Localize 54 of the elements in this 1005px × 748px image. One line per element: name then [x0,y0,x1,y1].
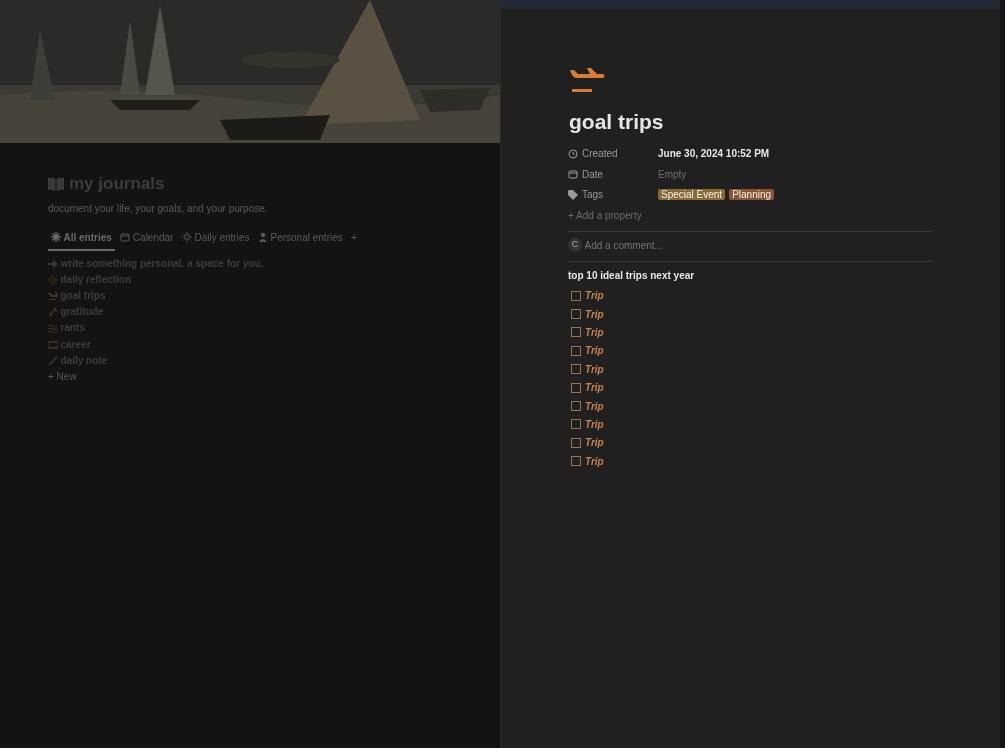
sun-icon [181,232,192,242]
page-description: document your life, your goals, and your purpose. [48,201,269,216]
todo-text: Trip [585,289,604,304]
todo-text: Trip [585,381,604,396]
tag-icon [568,189,578,200]
property-value: June 30, 2024 10:52 PM [658,147,770,162]
user-avatar: C [568,238,582,252]
todo-text: Trip [585,344,604,359]
pencil-icon [48,355,58,366]
waves-icon [48,323,58,334]
todo-text: Trip [585,307,604,322]
sun-icon [48,274,58,285]
arrow-icon [48,258,58,269]
add-property-button[interactable]: + Add a property [568,207,932,223]
page-title: goal trips [569,109,665,135]
book-icon [48,176,64,191]
airplane-icon [568,67,606,93]
checkbox[interactable] [571,456,581,467]
todo-text: Trip [585,417,604,432]
tab[interactable]: + [348,225,361,251]
comment-field[interactable]: Add a comment... [584,237,932,253]
property-label: Date [582,167,604,182]
tab[interactable]: Daily entries [178,225,253,251]
property-label: Created [582,147,618,162]
checkbox[interactable] [571,401,581,412]
todo-text: Trip [585,454,604,469]
airplane-icon [48,291,58,301]
tab[interactable]: Calendar [117,225,177,251]
calendar-icon [568,169,578,180]
todo-text: Trip [585,362,604,377]
tab[interactable]: All entries [48,225,115,251]
checkbox[interactable] [571,382,581,393]
new-entry-button[interactable]: + New [48,368,452,386]
heading: top 10 ideal trips next year [568,268,696,283]
clock-icon [568,148,578,159]
checkbox[interactable] [571,309,581,320]
checkbox[interactable] [571,345,581,356]
calendar-icon [120,232,131,242]
tag: Special Event [658,189,726,201]
checkbox[interactable] [571,327,581,338]
property-label: Tags [582,188,604,203]
checkbox[interactable] [571,364,581,375]
ticket-icon [48,339,58,350]
tab[interactable]: Personal entries [255,225,346,251]
tag: Planning [729,189,775,201]
checkbox[interactable] [571,437,581,448]
todo-text: Trip [585,325,604,340]
asterisk-icon [51,232,61,242]
property-value[interactable]: Empty [658,166,687,182]
todo-text: Trip [585,399,604,414]
person-icon [258,232,268,242]
checkbox[interactable] [571,290,581,301]
todo-text: Trip [585,436,604,451]
checkbox[interactable] [571,419,581,430]
